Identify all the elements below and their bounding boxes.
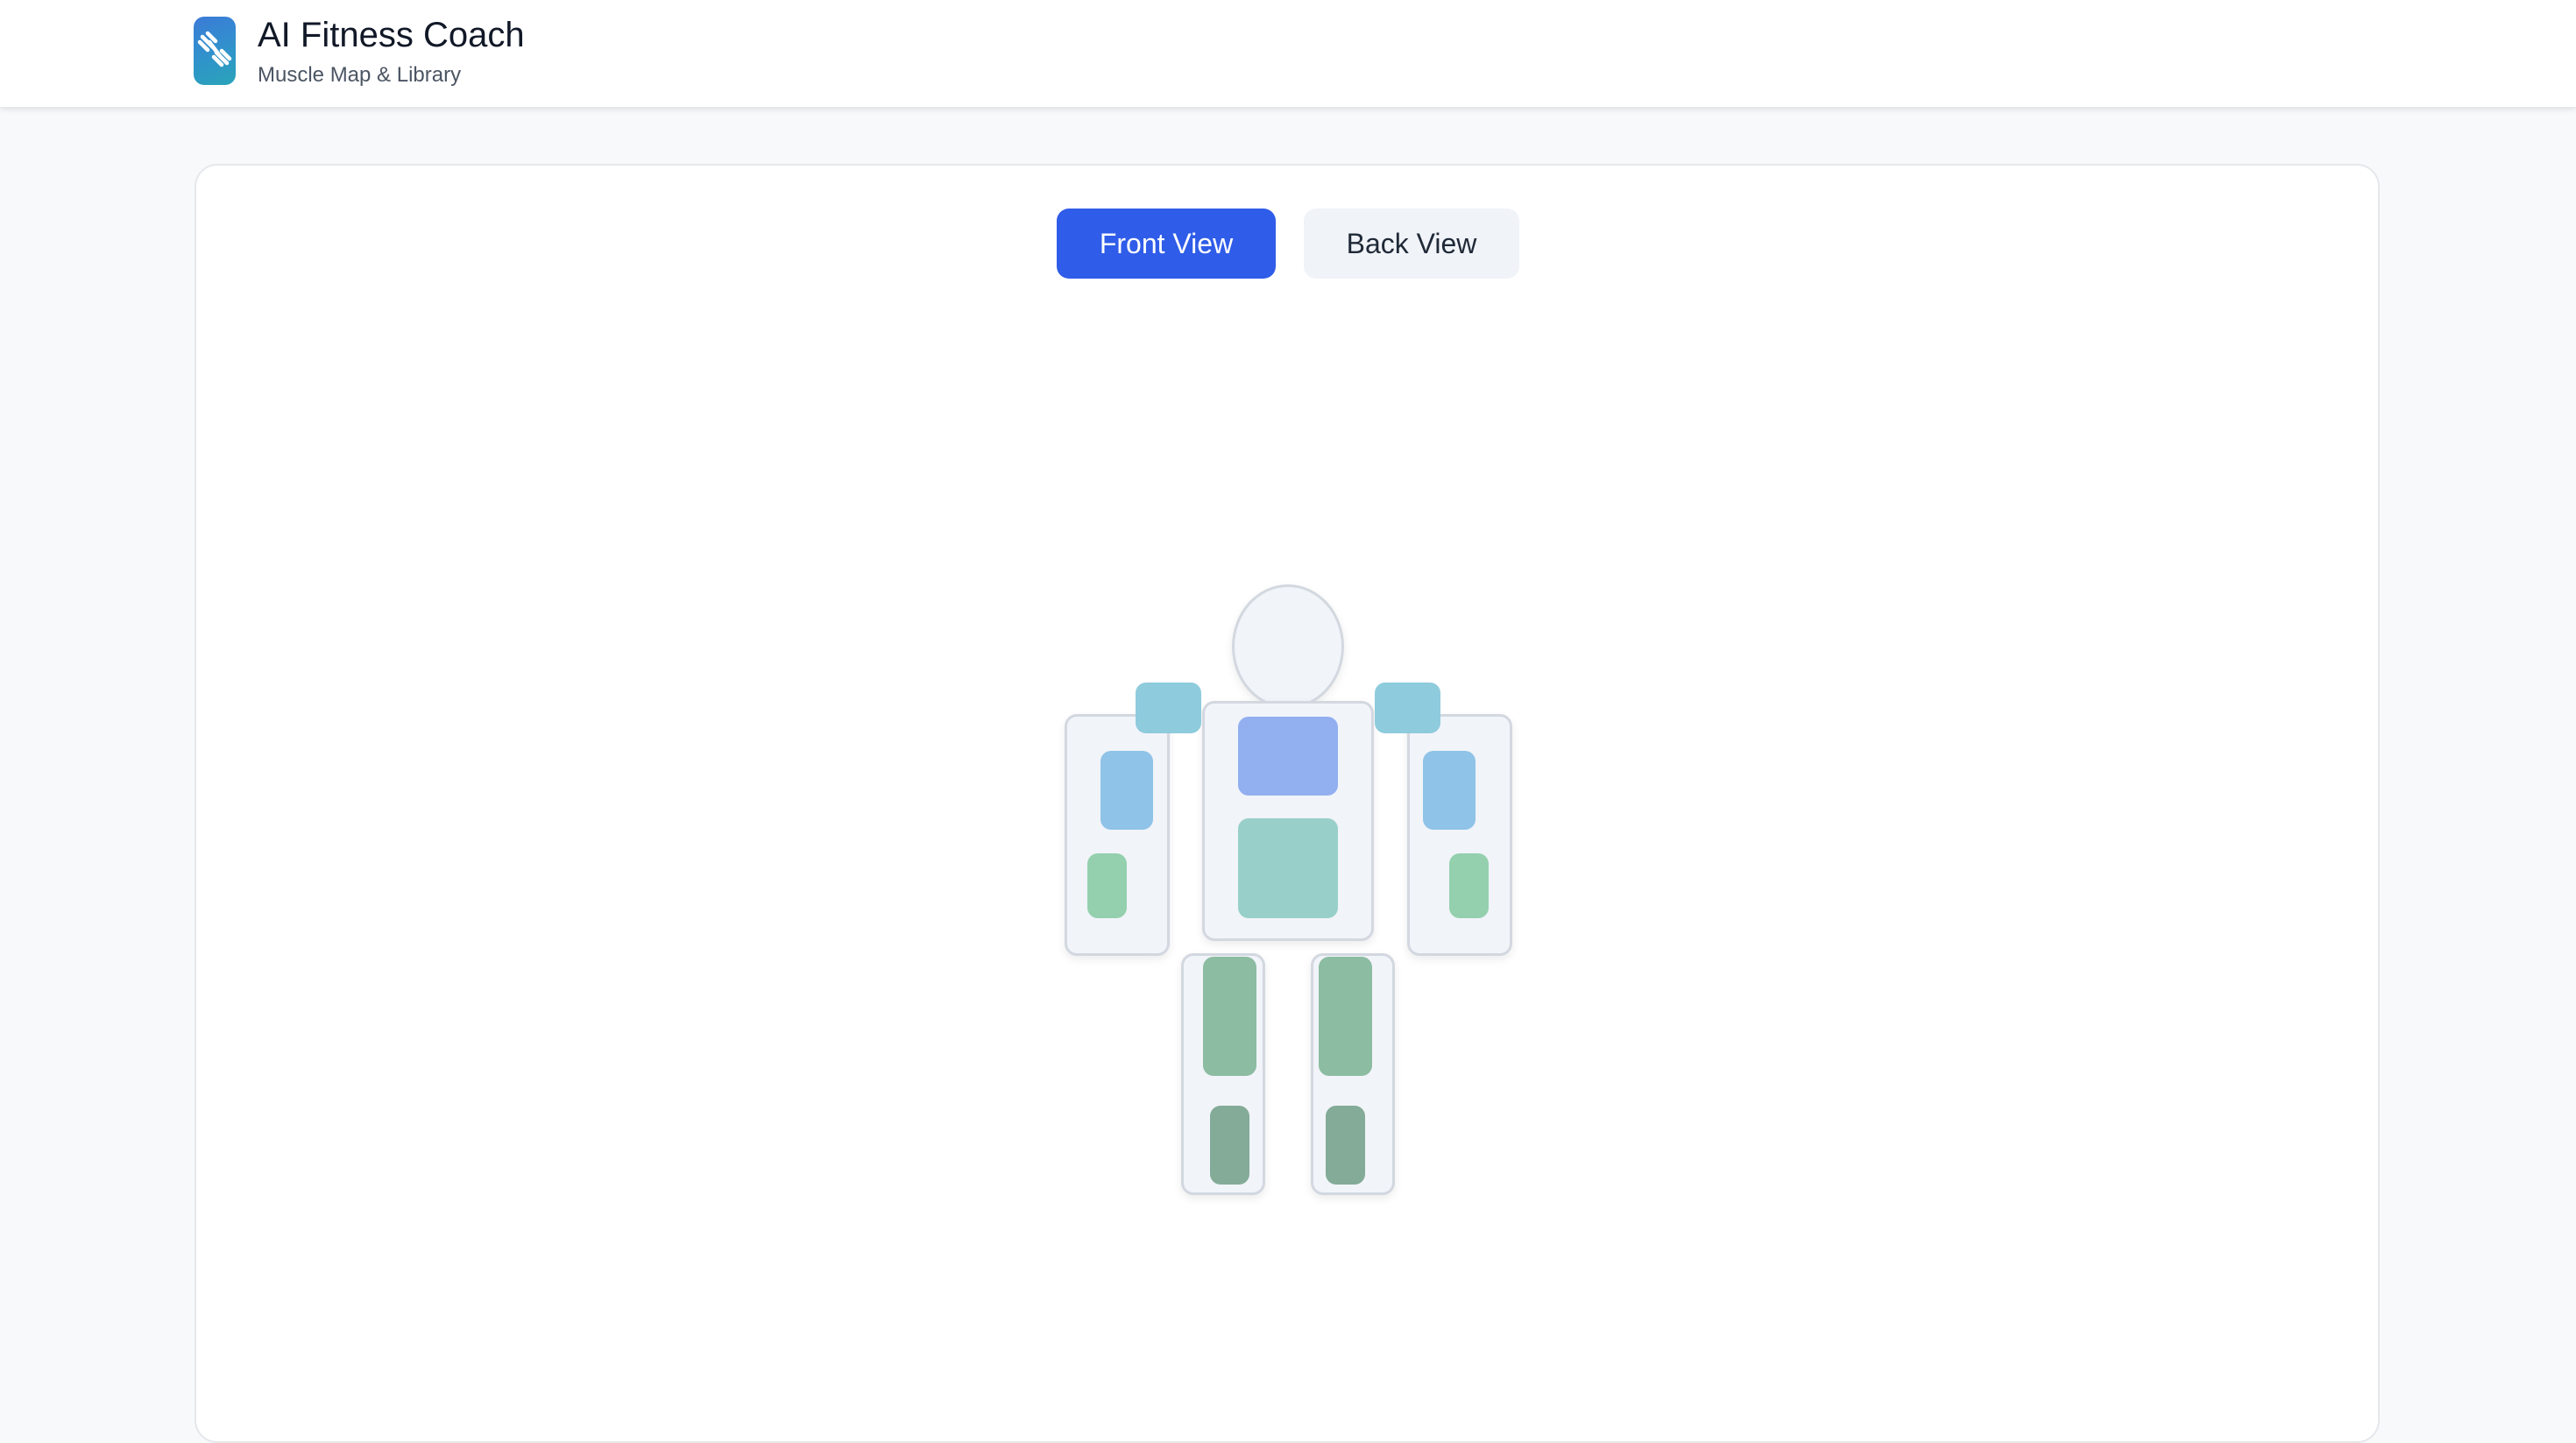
front-view-button[interactable]: Front View [1057, 209, 1276, 279]
right-calf-muscle[interactable] [1326, 1106, 1365, 1185]
chest-muscle[interactable] [1238, 717, 1338, 796]
head [1232, 584, 1344, 709]
app-title: AI Fitness Coach [258, 16, 525, 54]
right-quad-muscle[interactable] [1319, 957, 1372, 1076]
dumbbell-icon [194, 17, 236, 85]
left-shoulder-muscle[interactable] [1136, 683, 1201, 733]
left-quad-muscle[interactable] [1203, 957, 1256, 1076]
left-forearm-muscle[interactable] [1087, 853, 1127, 918]
app-subtitle: Muscle Map & Library [258, 63, 462, 87]
left-bicep-muscle[interactable] [1100, 751, 1153, 830]
back-view-button[interactable]: Back View [1304, 209, 1519, 279]
right-forearm-muscle[interactable] [1449, 853, 1489, 918]
abs-muscle[interactable] [1238, 818, 1338, 918]
left-calf-muscle[interactable] [1210, 1106, 1249, 1185]
right-shoulder-muscle[interactable] [1375, 683, 1440, 733]
right-bicep-muscle[interactable] [1423, 751, 1476, 830]
app-header: AI Fitness Coach Muscle Map & Library [0, 0, 2576, 108]
